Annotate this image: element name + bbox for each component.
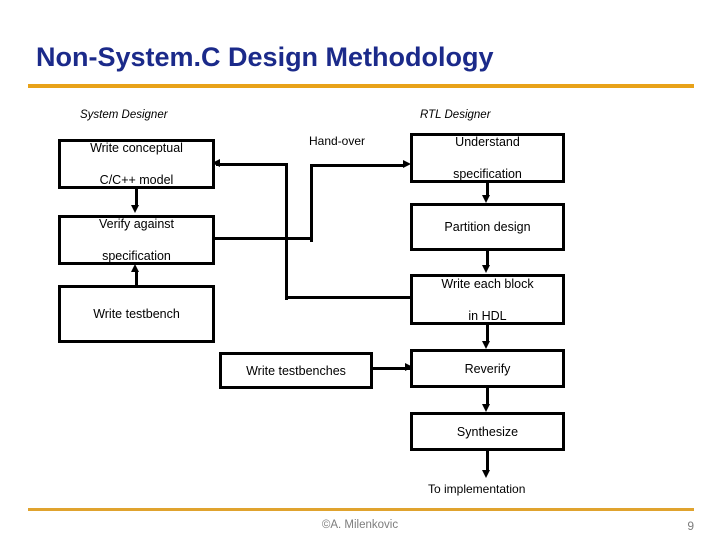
process-box-synthesize[interactable]: Synthesize — [410, 412, 565, 451]
connector-main-riser — [285, 164, 288, 300]
process-box-partition-design[interactable]: Partition design — [410, 203, 565, 251]
box-text: Write testbench — [93, 307, 180, 321]
process-box-write-each-block-in-hdl[interactable]: Write each block in HDL — [410, 274, 565, 325]
process-box-write-conceptual-model[interactable]: Write conceptual C/C++ model — [58, 139, 215, 189]
box-line-1: Write each block — [441, 276, 534, 291]
process-box-write-testbenches[interactable]: Write testbenches — [219, 352, 373, 389]
box-line-1: Verify against — [98, 217, 175, 231]
arrowhead-understand-to-partition — [482, 195, 490, 203]
connector-riser-to-write-block — [285, 296, 411, 299]
box-line-1: Understand — [455, 135, 520, 149]
connector-handover-horizontal — [310, 164, 405, 167]
connector-partition-to-write-block — [486, 250, 489, 266]
arrowhead-synthesize-to-implementation — [482, 470, 490, 478]
process-box-verify-against-specification[interactable]: Verify against specification — [58, 215, 215, 265]
arrowhead-testbench-to-verify — [131, 264, 139, 272]
process-box-understand-specification[interactable]: Understand specification — [410, 133, 565, 183]
box-line-2: C/C++ model — [99, 173, 174, 187]
arrowhead-write-block-to-reverify — [482, 341, 490, 349]
column-header-rtl-designer: RTL Designer — [420, 109, 491, 121]
arrowhead-partition-to-write-block — [482, 265, 490, 273]
page-number: 9 — [687, 519, 694, 533]
process-box-reverify[interactable]: Reverify — [410, 349, 565, 388]
box-text: Write conceptual C/C++ model — [82, 140, 191, 188]
label-to-implementation: To implementation — [428, 482, 526, 496]
arrowhead-reverify-to-synthesize — [482, 404, 490, 412]
box-line-2: specification — [102, 249, 171, 263]
connector-feedback-to-conceptual — [216, 163, 288, 166]
arrowhead-conceptual-to-verify — [131, 205, 139, 213]
page-title: Non-System.C Design Methodology — [36, 42, 494, 72]
box-text: Synthesize — [456, 424, 519, 439]
connector-testbench-to-verify — [135, 272, 138, 286]
box-text: Reverify — [464, 361, 511, 376]
title-divider — [28, 84, 694, 88]
connector-conceptual-to-verify — [135, 188, 138, 206]
slide-canvas: Non-System.C Design Methodology System D… — [0, 0, 720, 540]
box-line-2: in HDL — [468, 308, 507, 323]
box-text: Write each block in HDL — [433, 276, 541, 324]
connector-write-block-to-reverify — [486, 324, 489, 342]
label-hand-over: Hand-over — [309, 134, 366, 148]
box-text: Verify against specification — [91, 216, 182, 264]
box-text: Partition design — [444, 220, 531, 234]
box-line-1: Write conceptual — [90, 141, 183, 155]
connector-reverify-to-synthesize — [486, 387, 489, 405]
connector-handover-riser — [310, 164, 313, 242]
footer-credit: ©A. Milenkovic — [321, 519, 399, 531]
box-text: Understand specification — [445, 134, 530, 182]
connector-understand-to-partition — [486, 182, 489, 196]
connector-synthesize-to-implementation — [486, 451, 489, 471]
column-header-system-designer: System Designer — [80, 109, 168, 121]
connector-verify-to-riser — [214, 237, 312, 240]
footer-divider — [28, 508, 694, 511]
box-text: Write testbenches — [246, 363, 346, 378]
box-line-2: specification — [453, 167, 522, 181]
process-box-write-testbench[interactable]: Write testbench — [58, 285, 215, 343]
